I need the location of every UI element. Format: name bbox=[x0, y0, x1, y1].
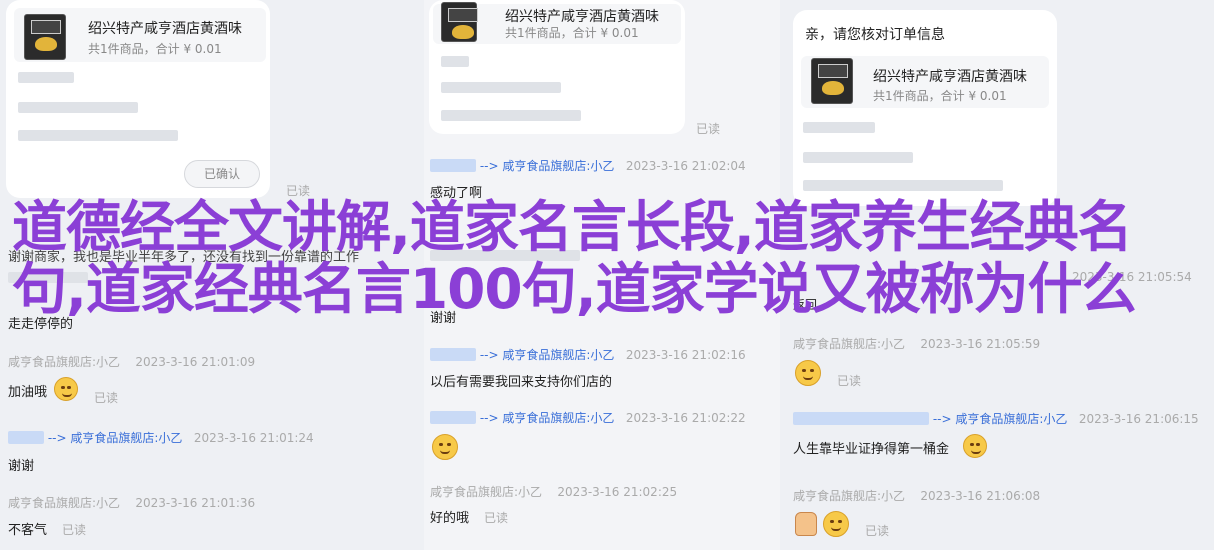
product-card[interactable]: 绍兴特产咸亨酒店黄酒味 共1件商品，合计 ¥ 0.01 bbox=[14, 8, 266, 62]
read-status: 已读 bbox=[62, 523, 87, 537]
redacted-text bbox=[18, 130, 178, 141]
sender-name: 咸亨食品旗舰店:小乙 bbox=[8, 355, 121, 369]
read-status: 已读 bbox=[865, 524, 890, 538]
message-time: 2023-3-16 21:01:09 bbox=[135, 355, 256, 369]
redacted-name bbox=[430, 411, 476, 424]
message-time: 2023-3-16 21:06:08 bbox=[920, 489, 1041, 503]
message-meta: --> 咸亨食品旗舰店:小乙 2023-3-16 21:02:22 bbox=[430, 409, 746, 426]
product-title: 绍兴特产咸亨酒店黄酒味 bbox=[88, 21, 242, 37]
redacted-name bbox=[430, 159, 476, 172]
product-card[interactable]: 绍兴特产咸亨酒店黄酒味 共1件商品，合计 ¥ 0.01 bbox=[433, 2, 681, 44]
message-text: 以后有需要我回来支持你们店的 bbox=[430, 375, 613, 390]
thumbs-up-emoji-icon bbox=[795, 512, 817, 536]
message-time: 2023-3-16 21:02:04 bbox=[625, 159, 746, 173]
message-meta: 咸亨食品旗舰店:小乙 2023-3-16 21:05:59 bbox=[793, 335, 1040, 352]
sender-name[interactable]: 咸亨食品旗舰店:小乙 bbox=[502, 159, 614, 173]
greeting-text: 亲，请您核对订单信息 bbox=[805, 27, 945, 43]
message-time: 2023-3-16 21:02:16 bbox=[625, 348, 746, 362]
message-meta: 咸亨食品旗舰店:小乙 2023-3-16 21:01:36 bbox=[8, 494, 255, 511]
order-card-bubble: 绍兴特产咸亨酒店黄酒味 共1件商品，合计 ¥ 0.01 bbox=[429, 0, 685, 134]
message-time: 2023-3-16 21:02:25 bbox=[557, 485, 678, 499]
message-text: 不客气 bbox=[8, 523, 48, 538]
redacted-text bbox=[803, 180, 1003, 191]
redacted-text bbox=[441, 110, 581, 121]
message-time: 2023-3-16 21:06:15 bbox=[1078, 412, 1199, 426]
message-meta: 咸亨食品旗舰店:小乙 2023-3-16 21:06:08 bbox=[793, 487, 1040, 504]
product-subtitle: 共1件商品，合计 ¥ 0.01 bbox=[873, 89, 1007, 103]
arrow-label: --> bbox=[47, 431, 67, 445]
redacted-text bbox=[441, 82, 561, 93]
sender-name[interactable]: 咸亨食品旗舰店:小乙 bbox=[502, 411, 614, 425]
sender-name[interactable]: 咸亨食品旗舰店:小乙 bbox=[955, 412, 1067, 426]
redacted-name bbox=[430, 348, 476, 361]
redacted-name bbox=[8, 431, 44, 444]
sweat-emoji-icon bbox=[963, 434, 987, 458]
product-title: 绍兴特产咸亨酒店黄酒味 bbox=[505, 9, 659, 25]
order-card-bubble: 亲，请您核对订单信息 绍兴特产咸亨酒店黄酒味 共1件商品，合计 ¥ 0.01 bbox=[793, 10, 1057, 206]
message-text: 人生靠毕业证挣得第一桶金 bbox=[793, 442, 950, 457]
confirm-button[interactable]: 已确认 bbox=[184, 160, 260, 188]
redacted-text bbox=[18, 72, 74, 83]
product-title: 绍兴特产咸亨酒店黄酒味 bbox=[873, 69, 1027, 85]
message-time: 2023-3-16 21:01:36 bbox=[135, 496, 256, 510]
redacted-text bbox=[803, 152, 913, 163]
product-subtitle: 共1件商品，合计 ¥ 0.01 bbox=[88, 42, 222, 56]
arrow-label: --> bbox=[479, 159, 499, 173]
message-meta: 咸亨食品旗舰店:小乙 2023-3-16 21:02:25 bbox=[430, 483, 677, 500]
read-status: 已读 bbox=[696, 122, 721, 136]
redacted-text bbox=[803, 122, 875, 133]
message-text: 加油哦 bbox=[8, 385, 48, 400]
read-status: 已读 bbox=[484, 511, 509, 525]
redacted-text bbox=[441, 56, 469, 67]
product-subtitle: 共1件商品，合计 ¥ 0.01 bbox=[505, 26, 639, 40]
message-meta: --> 咸亨食品旗舰店:小乙 2023-3-16 21:02:16 bbox=[430, 346, 746, 363]
read-status: 已读 bbox=[94, 391, 119, 405]
product-card[interactable]: 绍兴特产咸亨酒店黄酒味 共1件商品，合计 ¥ 0.01 bbox=[801, 56, 1049, 108]
arrow-label: --> bbox=[932, 412, 952, 426]
sender-name: 咸亨食品旗舰店:小乙 bbox=[430, 485, 543, 499]
sender-name[interactable]: 咸亨食品旗舰店:小乙 bbox=[502, 348, 614, 362]
message-time: 2023-3-16 21:02:22 bbox=[625, 411, 746, 425]
message-text: 谢谢 bbox=[8, 459, 35, 474]
order-card-bubble: 绍兴特产咸亨酒店黄酒味 共1件商品，合计 ¥ 0.01 已确认 bbox=[6, 0, 270, 198]
message-meta: --> 咸亨食品旗舰店:小乙 2023-3-16 21:01:24 bbox=[8, 429, 314, 446]
sender-name[interactable]: 咸亨食品旗舰店:小乙 bbox=[70, 431, 182, 445]
message-time: 2023-3-16 21:01:24 bbox=[193, 431, 314, 445]
smile-emoji-icon bbox=[54, 377, 78, 401]
read-status: 已读 bbox=[837, 374, 862, 388]
arrow-label: --> bbox=[479, 411, 499, 425]
thinking-emoji-icon bbox=[795, 360, 821, 386]
sender-name: 咸亨食品旗舰店:小乙 bbox=[793, 337, 906, 351]
message-time: 2023-3-16 21:05:59 bbox=[920, 337, 1041, 351]
sender-name: 咸亨食品旗舰店:小乙 bbox=[793, 489, 906, 503]
shy-emoji-icon bbox=[432, 434, 458, 460]
arrow-label: --> bbox=[479, 348, 499, 362]
overlay-headline: 道德经全文讲解,道家名言长段,道家养生经典名句,道家经典名言100句,道家学说又… bbox=[12, 195, 1137, 321]
message-meta: 咸亨食品旗舰店:小乙 2023-3-16 21:01:09 bbox=[8, 353, 255, 370]
sender-name: 咸亨食品旗舰店:小乙 bbox=[8, 496, 121, 510]
redacted-text bbox=[18, 102, 138, 113]
product-thumbnail bbox=[811, 58, 853, 104]
thinking-emoji-icon bbox=[823, 511, 849, 537]
product-thumbnail bbox=[441, 2, 478, 42]
message-text: 好的哦 bbox=[430, 511, 470, 526]
product-thumbnail bbox=[24, 14, 66, 60]
redacted-name bbox=[793, 412, 929, 425]
message-meta: --> 咸亨食品旗舰店:小乙 2023-3-16 21:06:15 bbox=[793, 410, 1199, 427]
message-meta: --> 咸亨食品旗舰店:小乙 2023-3-16 21:02:04 bbox=[430, 157, 746, 174]
